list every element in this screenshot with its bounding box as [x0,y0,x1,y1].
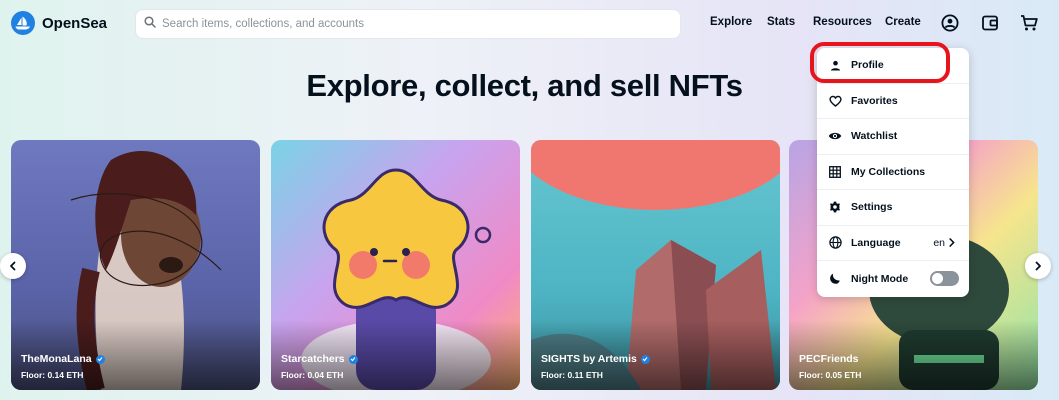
carousel-prev-button[interactable] [0,253,26,279]
search-icon [144,15,156,33]
collection-name: Starcatchers [281,353,358,365]
carousel-next-button[interactable] [1025,253,1051,279]
globe-icon [828,236,842,250]
account-dropdown-menu: Profile Favorites Watchlist My Collectio… [817,48,969,297]
collection-name: SIGHTS by Artemis [541,353,650,365]
grid-icon [828,165,842,179]
language-selector[interactable]: en [933,237,955,249]
menu-item-label: Profile [851,59,884,72]
chevron-right-icon [949,238,955,248]
gear-icon [828,200,842,214]
account-circle-icon[interactable] [939,12,961,34]
wallet-icon[interactable] [979,12,1001,34]
menu-item-watchlist[interactable]: Watchlist [817,119,969,155]
verified-badge-icon [640,354,650,364]
nav-resources[interactable]: Resources [813,16,872,28]
top-navigation-bar: OpenSea Explore Stats Resources Create [0,0,1059,46]
menu-item-label: Favorites [851,94,898,107]
language-value: en [933,236,945,249]
brand-logo[interactable]: OpenSea [11,11,107,35]
menu-item-language[interactable]: Language en [817,226,969,261]
menu-item-my-collections[interactable]: My Collections [817,155,969,190]
verified-badge-icon [348,354,358,364]
toggle-knob [932,273,943,285]
night-mode-toggle[interactable] [930,271,959,287]
collection-card[interactable]: SIGHTS by Artemis Floor: 0.11 ETH [531,140,780,390]
chevron-left-icon [10,261,16,271]
opensea-logo-icon [11,11,35,35]
nav-explore[interactable]: Explore [710,16,752,28]
floor-price: Floor: 0.11 ETH [541,370,603,380]
brand-name: OpenSea [42,14,108,32]
menu-item-label: Language [851,236,901,249]
menu-item-favorites[interactable]: Favorites [817,84,969,119]
floor-price: Floor: 0.14 ETH [21,370,84,380]
collection-card[interactable]: Starcatchers Floor: 0.04 ETH [271,140,520,390]
menu-item-label: Night Mode [851,272,909,285]
chevron-right-icon [1035,261,1041,271]
heart-icon [828,94,842,108]
collection-name: PECFriends [799,353,859,365]
eye-icon [828,129,842,143]
menu-item-label: Watchlist [851,130,898,143]
person-icon [828,58,842,72]
collection-name: TheMonaLana [21,353,105,365]
menu-item-label: Settings [851,201,893,214]
nav-stats[interactable]: Stats [767,16,795,28]
verified-badge-icon [95,354,105,364]
moon-icon [828,272,842,286]
collection-card[interactable]: TheMonaLana Floor: 0.14 ETH [11,140,260,390]
menu-item-settings[interactable]: Settings [817,190,969,226]
floor-price: Floor: 0.04 ETH [281,370,344,380]
search-input[interactable] [162,18,662,30]
menu-item-night-mode[interactable]: Night Mode [817,261,969,297]
floor-price: Floor: 0.05 ETH [799,370,862,380]
menu-item-label: My Collections [851,165,926,178]
nav-create[interactable]: Create [885,16,921,28]
search-bar[interactable] [135,9,681,39]
menu-item-profile[interactable]: Profile [817,48,969,84]
cart-icon[interactable] [1018,12,1040,34]
